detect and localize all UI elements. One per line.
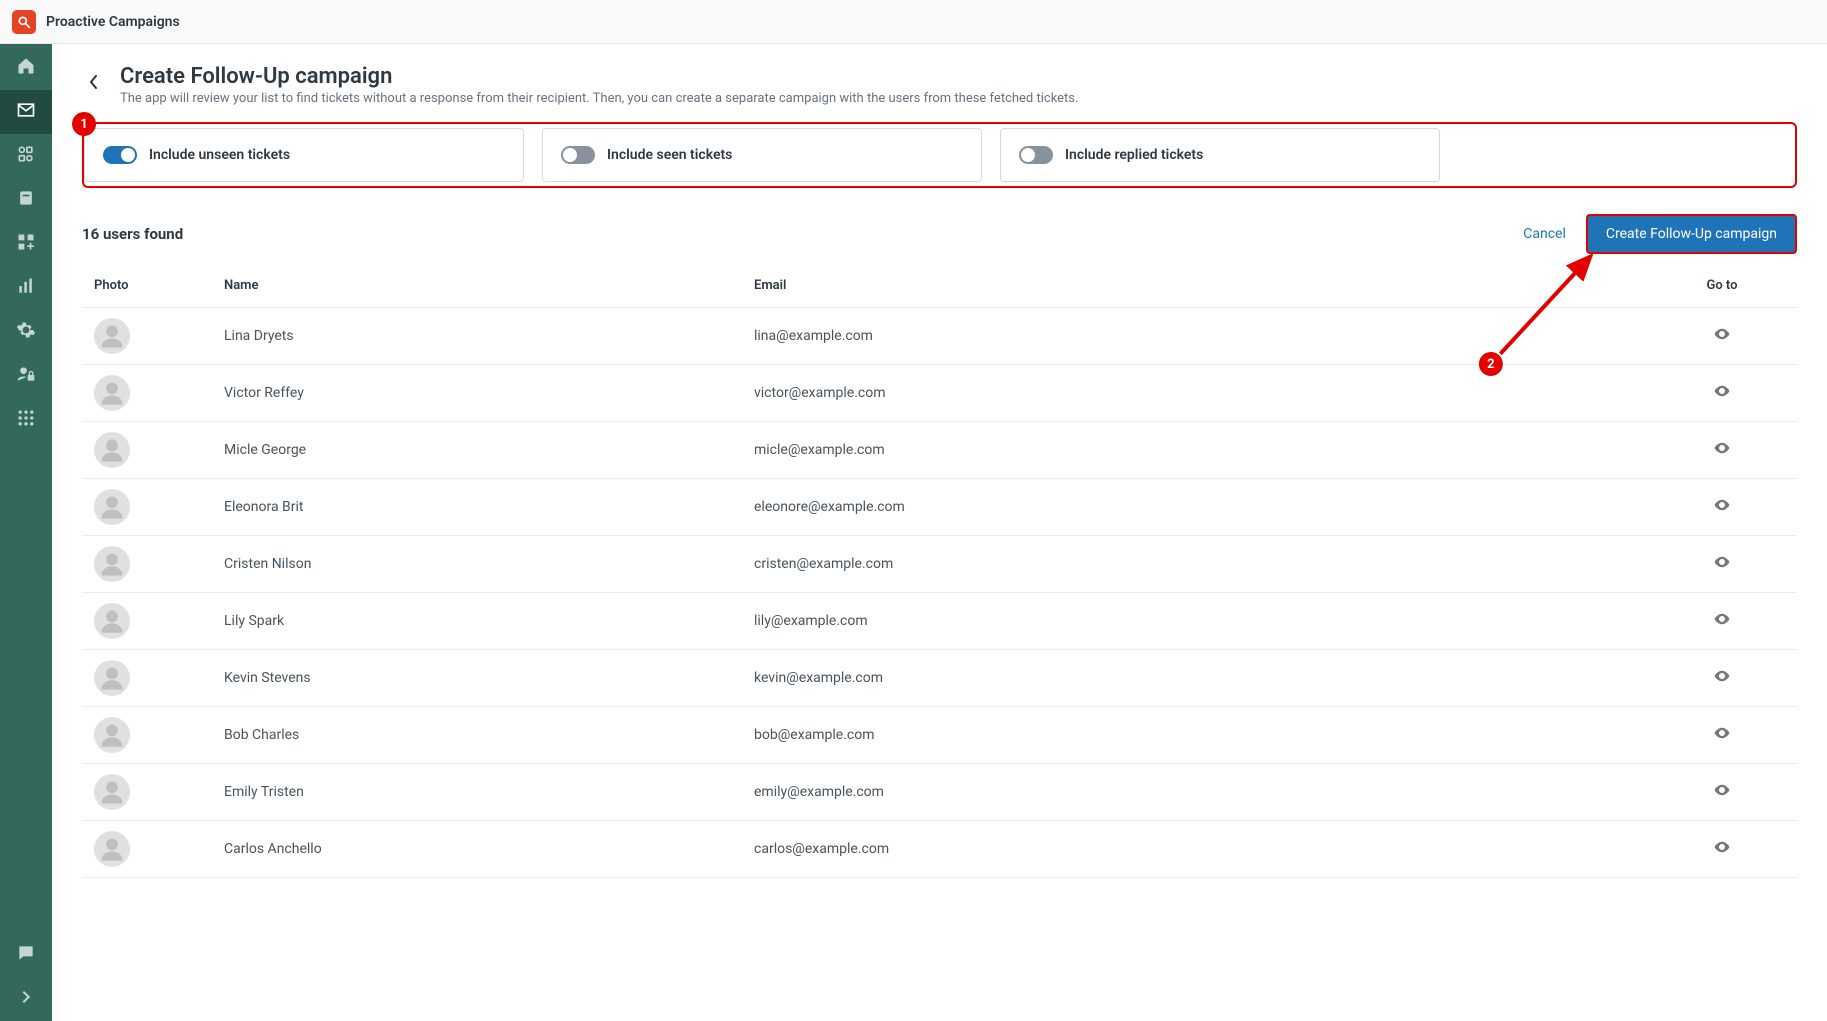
user-name: Bob Charles xyxy=(212,707,742,764)
toggle-card: Include seen tickets xyxy=(542,128,982,182)
goto-button[interactable] xyxy=(1713,838,1731,856)
apps-icon xyxy=(16,232,36,256)
bars-nav[interactable] xyxy=(0,266,52,310)
chevron-right-nav[interactable] xyxy=(0,977,52,1021)
toggle-switch[interactable] xyxy=(103,146,137,164)
toggle-label: Include unseen tickets xyxy=(149,147,290,163)
apps-nav[interactable] xyxy=(0,222,52,266)
table-row: Emily Tristenemily@example.com xyxy=(82,764,1797,821)
book-icon xyxy=(16,188,36,212)
chevron-right-icon xyxy=(18,989,34,1009)
avatar xyxy=(94,318,130,354)
user-email: lina@example.com xyxy=(742,308,1647,365)
mail-icon xyxy=(16,100,36,124)
user-name: Lily Spark xyxy=(212,593,742,650)
shapes-icon xyxy=(16,144,36,168)
user-name: Victor Reffey xyxy=(212,365,742,422)
goto-button[interactable] xyxy=(1713,382,1731,400)
avatar xyxy=(94,831,130,867)
user-lock-nav[interactable] xyxy=(0,354,52,398)
goto-button[interactable] xyxy=(1713,325,1731,343)
column-name: Name xyxy=(212,264,742,308)
avatar xyxy=(94,546,130,582)
avatar xyxy=(94,432,130,468)
avatar xyxy=(94,660,130,696)
app-logo-icon xyxy=(12,10,36,34)
user-email: cristen@example.com xyxy=(742,536,1647,593)
user-name: Micle George xyxy=(212,422,742,479)
user-lock-icon xyxy=(16,364,36,388)
user-name: Carlos Anchello xyxy=(212,821,742,878)
goto-button[interactable] xyxy=(1713,496,1731,514)
book-nav[interactable] xyxy=(0,178,52,222)
user-name: Cristen Nilson xyxy=(212,536,742,593)
user-name: Eleonora Brit xyxy=(212,479,742,536)
goto-button[interactable] xyxy=(1713,439,1731,457)
users-table: Photo Name Email Go to Lina Dryetslina@e… xyxy=(82,264,1797,878)
goto-button[interactable] xyxy=(1713,610,1731,628)
sidebar xyxy=(0,44,52,1021)
avatar xyxy=(94,489,130,525)
bars-icon xyxy=(16,276,36,300)
user-email: bob@example.com xyxy=(742,707,1647,764)
table-row: Cristen Nilsoncristen@example.com xyxy=(82,536,1797,593)
table-row: Bob Charlesbob@example.com xyxy=(82,707,1797,764)
app-name: Proactive Campaigns xyxy=(46,14,180,30)
grid-icon xyxy=(16,408,36,432)
toggle-label: Include seen tickets xyxy=(607,147,732,163)
goto-button[interactable] xyxy=(1713,667,1731,685)
callout-badge-1: 1 xyxy=(72,112,96,136)
avatar xyxy=(94,603,130,639)
toggle-label: Include replied tickets xyxy=(1065,147,1203,163)
user-name: Emily Tristen xyxy=(212,764,742,821)
user-email: emily@example.com xyxy=(742,764,1647,821)
avatar xyxy=(94,717,130,753)
user-email: lily@example.com xyxy=(742,593,1647,650)
back-button[interactable] xyxy=(82,70,106,94)
column-goto: Go to xyxy=(1647,264,1797,308)
gear-icon xyxy=(16,320,36,344)
goto-button[interactable] xyxy=(1713,553,1731,571)
home-icon xyxy=(16,56,36,80)
user-name: Lina Dryets xyxy=(212,308,742,365)
table-row: Eleonora Briteleonore@example.com xyxy=(82,479,1797,536)
toggle-group: 1 Include unseen ticketsInclude seen tic… xyxy=(82,122,1797,188)
create-followup-button[interactable]: Create Follow-Up campaign xyxy=(1586,214,1797,254)
table-row: Victor Reffeyvictor@example.com xyxy=(82,365,1797,422)
toggle-card: Include replied tickets xyxy=(1000,128,1440,182)
gear-nav[interactable] xyxy=(0,310,52,354)
page-title: Create Follow-Up campaign xyxy=(120,64,1078,89)
user-name: Kevin Stevens xyxy=(212,650,742,707)
cancel-button[interactable]: Cancel xyxy=(1523,226,1566,242)
column-photo: Photo xyxy=(82,264,212,308)
app-header: Proactive Campaigns xyxy=(0,0,1827,44)
goto-button[interactable] xyxy=(1713,781,1731,799)
home-nav[interactable] xyxy=(0,46,52,90)
toggle-switch[interactable] xyxy=(1019,146,1053,164)
column-email: Email xyxy=(742,264,1647,308)
avatar xyxy=(94,375,130,411)
user-email: kevin@example.com xyxy=(742,650,1647,707)
mail-nav[interactable] xyxy=(0,90,52,134)
avatar xyxy=(94,774,130,810)
user-email: victor@example.com xyxy=(742,365,1647,422)
table-row: Lily Sparklily@example.com xyxy=(82,593,1797,650)
table-row: Carlos Anchellocarlos@example.com xyxy=(82,821,1797,878)
results-count: 16 users found xyxy=(82,225,183,243)
user-email: micle@example.com xyxy=(742,422,1647,479)
chat-icon xyxy=(16,943,36,967)
table-row: Kevin Stevenskevin@example.com xyxy=(82,650,1797,707)
user-email: carlos@example.com xyxy=(742,821,1647,878)
grid-nav[interactable] xyxy=(0,398,52,442)
toggle-card: Include unseen tickets xyxy=(84,128,524,182)
table-row: Lina Dryetslina@example.com xyxy=(82,308,1797,365)
goto-button[interactable] xyxy=(1713,724,1731,742)
chat-nav[interactable] xyxy=(0,933,52,977)
shapes-nav[interactable] xyxy=(0,134,52,178)
toggle-switch[interactable] xyxy=(561,146,595,164)
user-email: eleonore@example.com xyxy=(742,479,1647,536)
table-row: Micle Georgemicle@example.com xyxy=(82,422,1797,479)
page-subtitle: The app will review your list to find ti… xyxy=(120,91,1078,106)
